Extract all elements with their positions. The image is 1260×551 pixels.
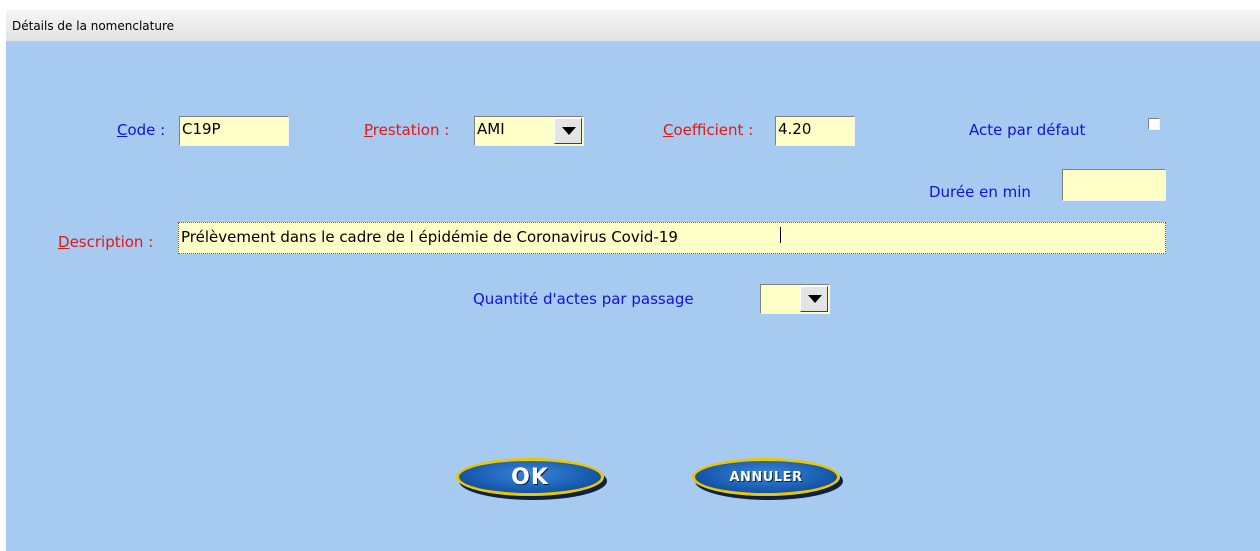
code-input[interactable]: C19P <box>179 116 289 146</box>
duree-input[interactable] <box>1062 169 1166 201</box>
prestation-label-rest: restation : <box>372 121 450 139</box>
acte-defaut-label: Acte par défaut <box>969 121 1086 139</box>
form-panel: Code : C19P Prestation : AMI Coefficient… <box>6 42 1260 551</box>
description-input[interactable]: Prélèvement dans le cadre de l épidémie … <box>178 222 1166 254</box>
window-title: Détails de la nomenclature <box>12 19 175 33</box>
prestation-label: Prestation : <box>364 121 449 139</box>
coefficient-label: Coefficient : <box>663 121 753 139</box>
code-label-rest: ode : <box>127 121 166 139</box>
description-label-rest: escription : <box>69 233 154 251</box>
acte-defaut-checkbox[interactable] <box>1148 118 1160 130</box>
prestation-value: AMI <box>477 120 505 138</box>
prestation-select[interactable]: AMI <box>474 116 584 146</box>
duree-label: Durée en min <box>929 183 1031 201</box>
description-label: Description : <box>58 233 153 251</box>
quantite-dropdown-arrow-icon[interactable] <box>800 286 828 312</box>
code-label: Code : <box>117 121 165 139</box>
coefficient-label-rest: oefficient : <box>673 121 754 139</box>
description-label-key: D <box>58 233 70 251</box>
quantite-select[interactable] <box>760 284 830 314</box>
prestation-dropdown-arrow-icon[interactable] <box>554 118 582 144</box>
window-titlebar: Détails de la nomenclature <box>6 10 1260 42</box>
coefficient-label-key: C <box>663 121 674 139</box>
quantite-label: Quantité d'actes par passage <box>473 290 694 308</box>
coefficient-input[interactable]: 4.20 <box>775 116 855 146</box>
ok-button[interactable]: OK <box>456 458 604 496</box>
code-label-key: C <box>117 121 128 139</box>
annuler-button[interactable]: ANNULER <box>692 458 840 496</box>
prestation-label-key: P <box>364 121 373 139</box>
